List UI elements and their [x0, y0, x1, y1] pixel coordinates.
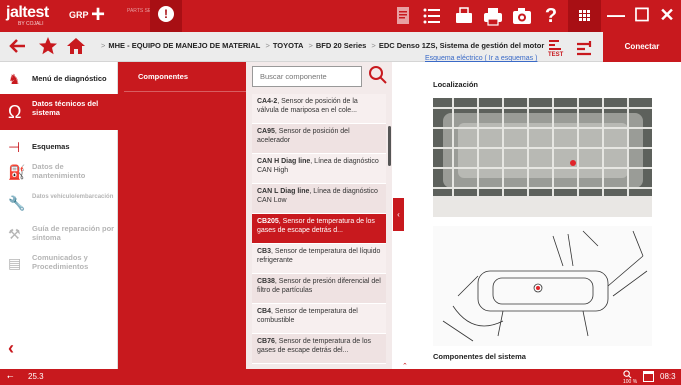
component-location-photo: [433, 98, 652, 217]
oil-can-icon: ⛽: [8, 164, 26, 180]
breadcrumb-separator: >: [371, 41, 376, 50]
grid-icon[interactable]: [568, 0, 601, 32]
help-icon[interactable]: ?: [540, 5, 562, 27]
components-panel: Componentes: [124, 62, 246, 369]
sidebar-item-communications[interactable]: ▤ Comunicados y Procedimientos: [0, 248, 118, 278]
component-code: CB4: [257, 308, 272, 315]
sidebar-item-maintenance[interactable]: ⛽ Datos de mantenimiento: [0, 157, 118, 187]
component-code: CAN L Diag line: [257, 188, 310, 195]
sidebar-item-label: Comunicados y Procedimientos: [32, 253, 89, 271]
top-toolbar: jaltest BY COJALI GRP + PARTS SEARCH ! ?…: [0, 0, 681, 32]
sidebar-item-repair-guide[interactable]: ⚒ Guía de reparación por síntoma: [0, 219, 118, 249]
alert-icon: !: [158, 6, 174, 22]
schema-toggle-icon[interactable]: [574, 38, 596, 60]
component-code: CB38: [257, 278, 275, 285]
repair-guide-icon: ⚒: [8, 226, 21, 242]
diagnostic-menu-icon: ♞: [8, 71, 21, 87]
plus-icon[interactable]: +: [91, 3, 105, 27]
component-code: CB3: [257, 248, 272, 255]
breadcrumb-item-system[interactable]: EDC Denso 1ZS, Sistema de gestión del mo…: [379, 41, 544, 50]
collapse-sidebar-icon[interactable]: ‹: [8, 338, 14, 359]
list-item[interactable]: CB38, Sensor de presión diferencial del …: [252, 274, 386, 304]
back-arrow-icon[interactable]: [8, 36, 28, 61]
logo-subtitle: BY COJALI: [18, 21, 44, 27]
sidebar-item-vehicle-data[interactable]: 🔧 Datos vehículo/embarcación: [0, 188, 118, 218]
list-item-selected[interactable]: CB205, Sensor de temperatura de los gase…: [252, 214, 386, 244]
sidebar-item-label: Datos vehículo/embarcación: [32, 194, 114, 200]
component-search-input[interactable]: [252, 66, 362, 87]
system-components-title: Componentes del sistema: [433, 352, 526, 361]
component-code: CB76: [257, 338, 275, 345]
zoom-indicator[interactable]: 100 %: [623, 370, 637, 385]
list-icon[interactable]: [421, 5, 443, 27]
component-description: , Sensor de temperatura del líquido refr…: [257, 248, 381, 264]
breadcrumb-separator: >: [265, 41, 270, 50]
breadcrumb-item-model[interactable]: BFD 20 Series: [316, 41, 366, 50]
calendar-icon[interactable]: [643, 371, 654, 382]
sidebar-item-label: Esquemas: [32, 142, 70, 151]
list-item[interactable]: CB4, Sensor de temperatura del combustib…: [252, 304, 386, 334]
sidebar-item-label: Datos técnicos del sistema: [32, 99, 99, 117]
close-icon[interactable]: ✕: [656, 5, 678, 26]
component-code: CB205: [257, 218, 279, 225]
omega-icon: Ω: [8, 102, 22, 122]
breadcrumb-item-category[interactable]: MHE - EQUIPO DE MANEJO DE MATERIAL: [108, 41, 260, 50]
components-header: Componentes: [138, 72, 189, 81]
test-label: TEST: [548, 52, 564, 58]
component-diagram-drawing: [433, 226, 652, 346]
maximize-icon[interactable]: ☐: [631, 5, 653, 26]
breadcrumb-separator: >: [101, 41, 106, 50]
sidebar: ♞ Menú de diagnóstico Ω Datos técnicos d…: [0, 62, 118, 369]
test-icon[interactable]: TEST: [545, 38, 567, 60]
jaltest-logo: jaltest: [6, 4, 49, 21]
schema-icon: ⊣: [8, 139, 21, 155]
alert-button[interactable]: !: [150, 0, 182, 32]
grp-button[interactable]: GRP: [69, 10, 89, 20]
component-code: CA95: [257, 128, 275, 135]
connect-button[interactable]: Conectar: [603, 32, 681, 62]
camera-icon[interactable]: [511, 5, 533, 27]
component-description: , Sensor de temperatura del combustible: [257, 308, 358, 324]
document-icon: ▤: [8, 255, 22, 271]
component-description: , Sensor de temperatura de los gases de …: [257, 338, 372, 354]
list-item[interactable]: CAN H Diag line, Línea de diagnóstico CA…: [252, 154, 386, 184]
components-header-divider: [124, 91, 246, 92]
list-item[interactable]: CB76, Sensor de temperatura de los gases…: [252, 334, 386, 364]
localization-title: Localización: [433, 80, 479, 89]
component-code: CA4-2: [257, 98, 278, 105]
print-icon[interactable]: [482, 5, 504, 27]
schema-link[interactable]: Esquema eléctrico ( Ir a esquemas ): [425, 55, 537, 62]
component-description: , Sensor de presión diferencial del filt…: [257, 278, 381, 294]
breadcrumb-separator: >: [308, 41, 313, 50]
zoom-icon: [623, 370, 632, 379]
minimize-icon[interactable]: —: [605, 5, 627, 26]
list-item[interactable]: CB3, Sensor de temperatura del líquido r…: [252, 244, 386, 274]
status-bar: ⭠ 25.3 100 % 08:3: [0, 369, 681, 385]
breadcrumb-bar: > MHE - EQUIPO DE MANEJO DE MATERIAL > TOY…: [0, 32, 681, 62]
document-icon[interactable]: [392, 5, 414, 27]
printer-icon[interactable]: [453, 5, 475, 27]
list-item[interactable]: CA95, Sensor de posición del acelerador: [252, 124, 386, 154]
home-icon[interactable]: [66, 36, 86, 61]
list-scrollbar[interactable]: [388, 126, 391, 166]
wrench-icon: 🔧: [8, 195, 26, 211]
collapse-list-button[interactable]: ‹: [393, 198, 404, 231]
search-icon[interactable]: [368, 64, 388, 86]
list-item[interactable]: CA4-2, Sensor de posición de la válvula …: [252, 94, 386, 124]
sidebar-item-technical-data[interactable]: Ω Datos técnicos del sistema: [0, 94, 118, 130]
breadcrumb: > MHE - EQUIPO DE MANEJO DE MATERIAL > TOY…: [98, 41, 544, 50]
sidebar-item-label: Datos de mantenimiento: [32, 162, 86, 180]
breadcrumb-item-brand[interactable]: TOYOTA: [273, 41, 304, 50]
sidebar-item-label: Guía de reparación por síntoma: [32, 224, 115, 242]
usb-icon: ⭠: [7, 372, 14, 381]
sidebar-item-label: Menú de diagnóstico: [32, 74, 107, 83]
favorite-star-icon[interactable]: [38, 36, 58, 61]
zoom-label: 100 %: [623, 379, 638, 385]
list-item[interactable]: CAN L Diag line, Línea de diagnóstico CA…: [252, 184, 386, 214]
version-label: 25.3: [28, 372, 44, 381]
clock-time: 08:3: [660, 372, 676, 381]
component-code: CAN H Diag line: [257, 158, 311, 165]
sidebar-item-diagnostic-menu[interactable]: ♞ Menú de diagnóstico: [0, 64, 118, 94]
